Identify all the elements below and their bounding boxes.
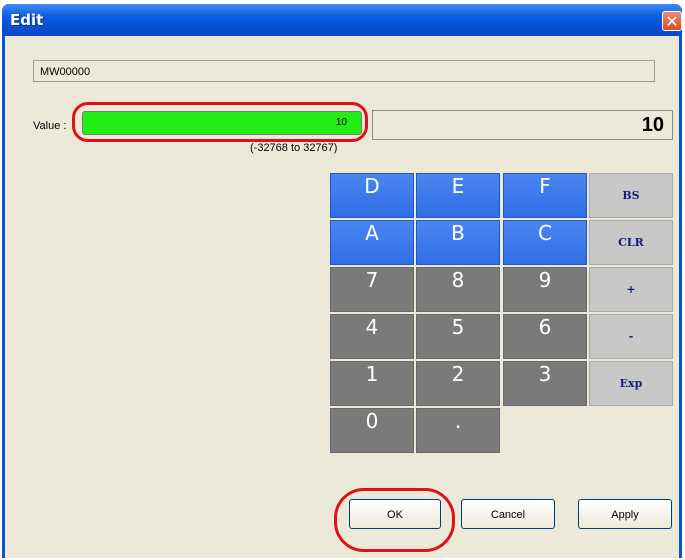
key-9[interactable]: 9	[503, 267, 587, 312]
key-b[interactable]: B	[416, 220, 500, 265]
close-icon[interactable]: ✕	[662, 11, 682, 31]
key-3[interactable]: 3	[503, 361, 587, 406]
key-8[interactable]: 8	[416, 267, 500, 312]
value-display: 10	[372, 110, 673, 140]
apply-button[interactable]: Apply	[578, 499, 672, 529]
key-dot[interactable]: .	[416, 408, 500, 453]
key-1[interactable]: 1	[330, 361, 414, 406]
key-plus[interactable]: +	[589, 267, 673, 312]
key-exp[interactable]: Exp	[589, 361, 673, 406]
key-d[interactable]: D	[330, 173, 414, 218]
key-2[interactable]: 2	[416, 361, 500, 406]
highlight-oval-value	[72, 102, 368, 142]
key-c[interactable]: C	[503, 220, 587, 265]
key-4[interactable]: 4	[330, 314, 414, 359]
key-6[interactable]: 6	[503, 314, 587, 359]
cancel-button[interactable]: Cancel	[461, 499, 555, 529]
key-5[interactable]: 5	[416, 314, 500, 359]
key-e[interactable]: E	[416, 173, 500, 218]
key-7[interactable]: 7	[330, 267, 414, 312]
window-title: Edit	[10, 11, 44, 29]
key-bs[interactable]: BS	[589, 173, 673, 218]
key-a[interactable]: A	[330, 220, 414, 265]
key-0[interactable]: 0	[330, 408, 414, 453]
value-label: Value :	[33, 120, 67, 132]
title-bar: Edit ✕	[2, 4, 682, 36]
key-minus[interactable]: -	[589, 314, 673, 359]
highlight-oval-ok	[334, 488, 455, 552]
address-field: MW00000	[33, 60, 655, 82]
key-f[interactable]: F	[503, 173, 587, 218]
value-range: (-32768 to 32767)	[250, 142, 338, 154]
key-clr[interactable]: CLR	[589, 220, 673, 265]
